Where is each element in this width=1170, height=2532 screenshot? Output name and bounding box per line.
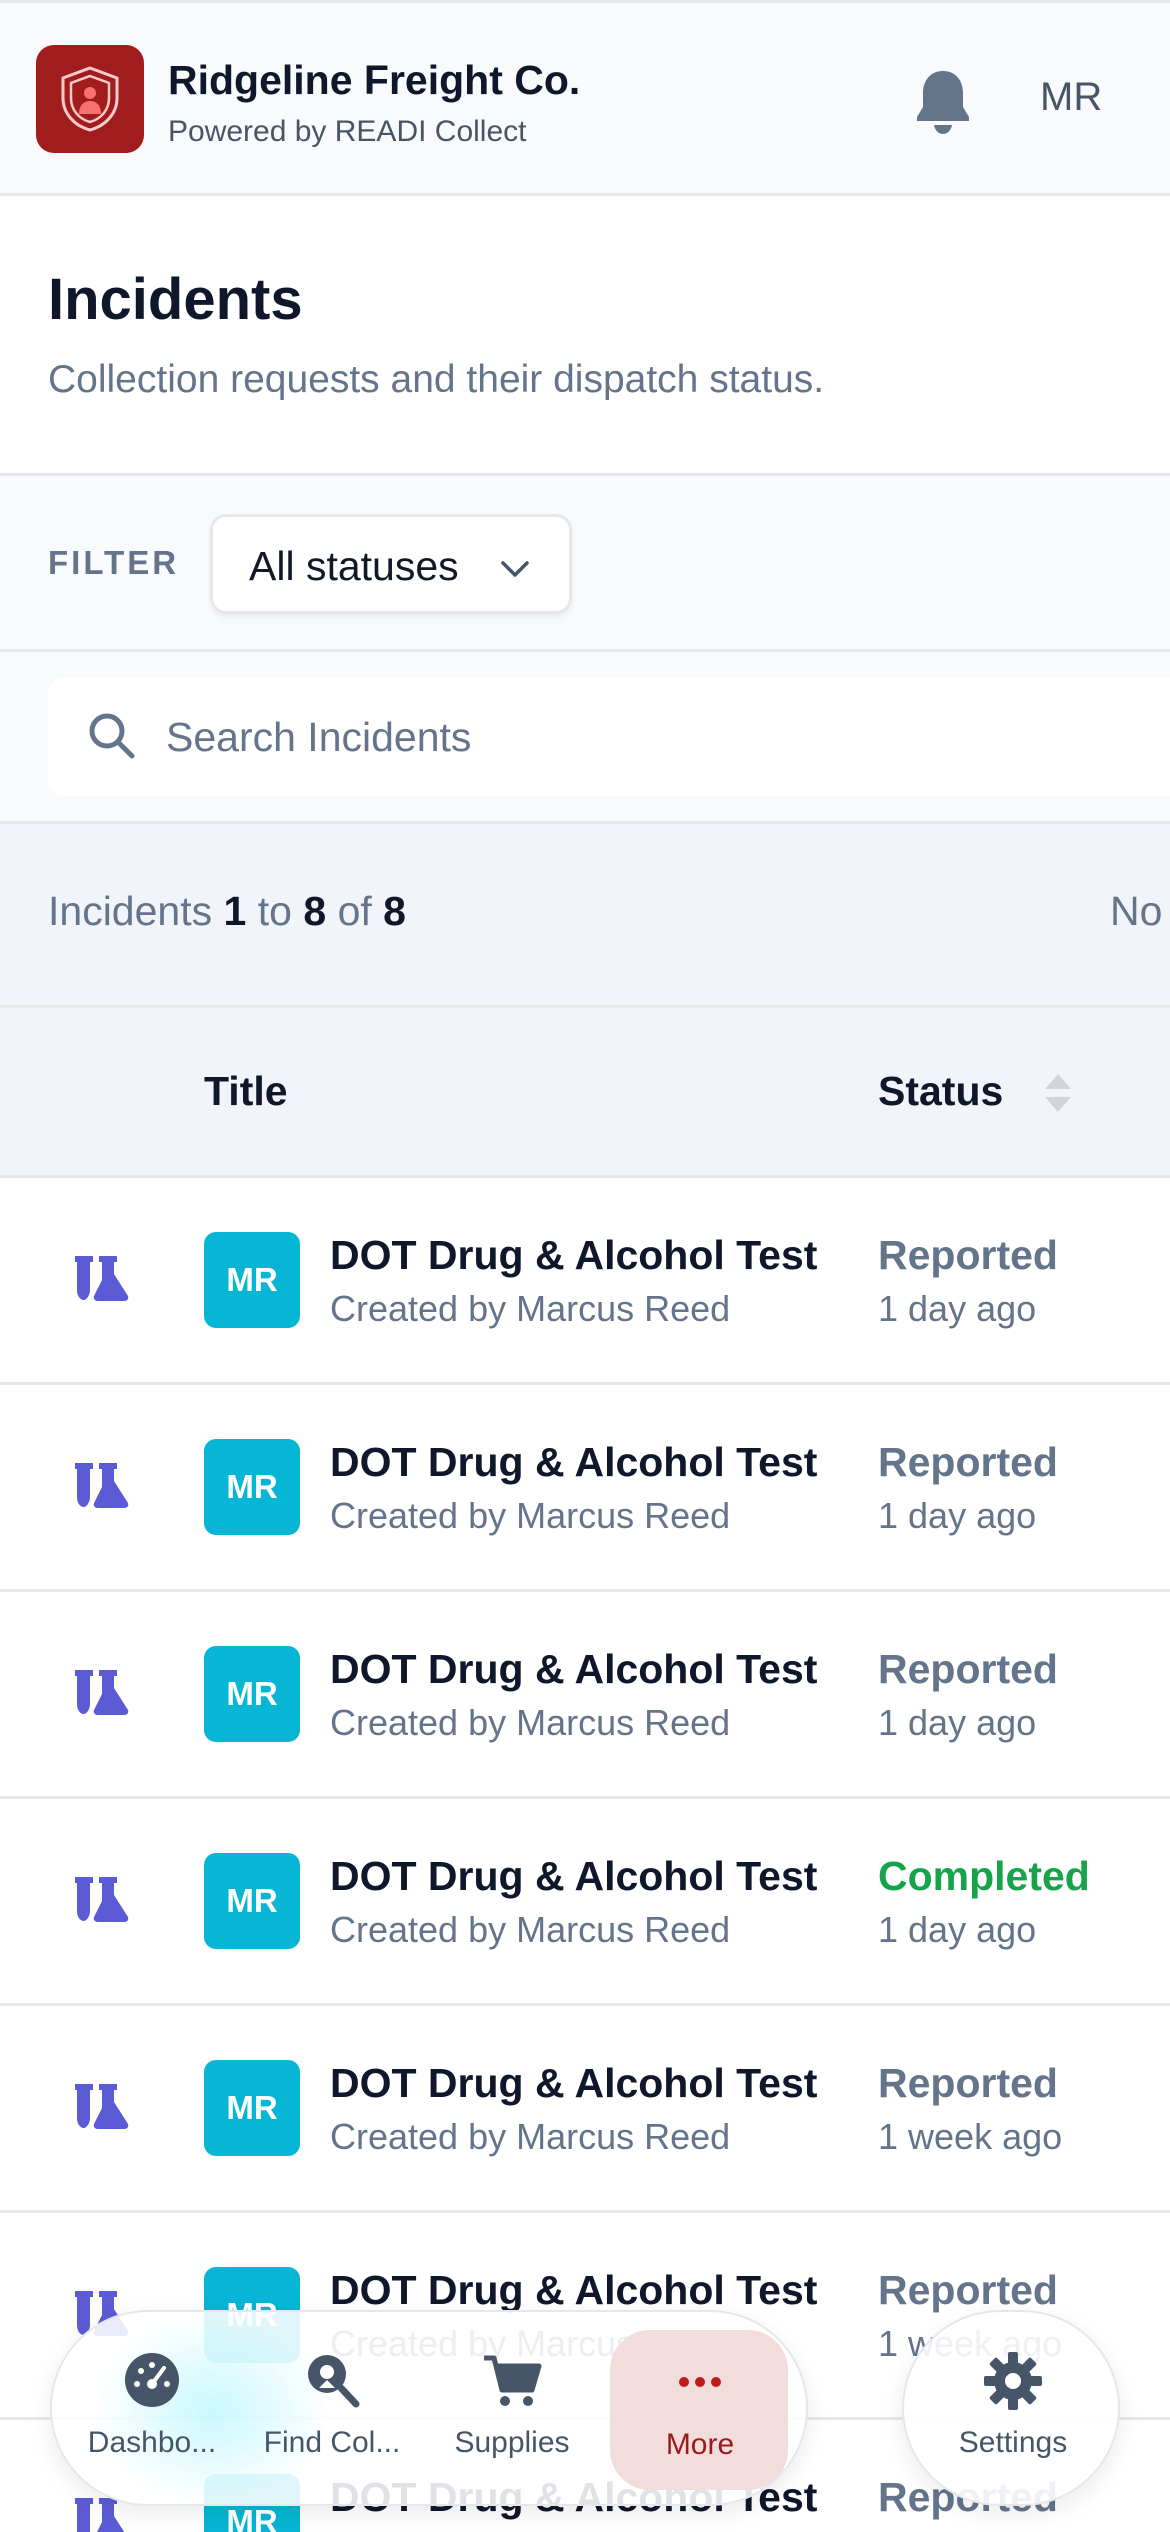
incident-title[interactable]: DOT Drug & Alcohol Test [330,1232,817,1279]
incident-row[interactable]: MR DOT Drug & Alcohol Test Created by Marc… [0,1385,1170,1592]
nav-item-dashboard[interactable]: Dashbo... [62,2312,242,2504]
creator-avatar: MR [204,2060,300,2156]
bell-icon[interactable] [912,67,974,135]
nav-item-more[interactable]: More [610,2330,788,2490]
settings-button[interactable]: Settings [902,2310,1120,2506]
page-title: Incidents [48,267,303,332]
find-location-icon [308,2355,360,2408]
search-icon [89,713,135,759]
incident-row[interactable]: MR DOT Drug & Alcohol Test Created by Marc… [0,1799,1170,2006]
incident-title[interactable]: DOT Drug & Alcohol Test [330,1646,817,1693]
gear-icon [984,2352,1042,2410]
sort-icon[interactable] [1040,1070,1076,1116]
filter-bar: FILTER All statuses [0,476,1170,652]
bottom-nav: Dashbo... Find Col... Supplies More [50,2310,808,2506]
column-header-title[interactable]: Title [204,1068,288,1115]
nav-item-supplies[interactable]: Supplies [422,2312,602,2504]
incident-creator: Created by Marcus Reed [330,2116,731,2157]
incident-status: Reported [878,1232,1058,1278]
incident-creator: Created by Marcus Reed [330,1702,731,1743]
lab-flask-icon [75,2084,129,2129]
nav-item-find-collection[interactable]: Find Col... [242,2312,422,2504]
column-header-status[interactable]: Status [878,1068,1003,1115]
page-subtitle: Collection requests and their dispatch s… [48,358,825,401]
incident-status: Reported [878,1646,1058,1692]
results-count: Incidents 1 to 8 of 8 [48,888,406,935]
count-total: 8 [383,888,406,934]
incident-row[interactable]: MR DOT Drug & Alcohol Test Created by Marc… [0,2006,1170,2213]
lab-flask-icon [75,1463,129,1508]
app-header: Ridgeline Freight Co. Powered by READI C… [0,0,1170,196]
incident-title[interactable]: DOT Drug & Alcohol Test [330,1853,817,1900]
shield-person-icon [61,66,119,132]
count-of-word: of [337,888,372,934]
incidents-page: Ridgeline Freight Co. Powered by READI C… [0,0,1170,2532]
table-header: Title Status [0,1008,1170,1178]
creator-avatar: MR [204,1646,300,1742]
count-prefix: Incidents [48,888,213,934]
incident-status: Reported [878,2267,1058,2313]
more-icon [679,2377,721,2387]
incident-creator: Created by Marcus Reed [330,1288,731,1329]
incident-time: 1 day ago [878,1288,1037,1329]
org-name: Ridgeline Freight Co. [168,57,581,103]
creator-avatar: MR [204,1853,300,1949]
count-to: 8 [303,888,327,934]
results-count-row: Incidents 1 to 8 of 8 No [0,824,1170,1008]
incident-creator: Created by Marcus Reed [330,1495,731,1536]
creator-avatar: MR [204,1232,300,1328]
status-filter-select[interactable]: All statuses [210,514,572,614]
incident-status: Completed [878,1853,1090,1899]
page-heading: Incidents Collection requests and their … [0,196,1170,476]
chevron-down-icon [501,561,529,577]
incident-title[interactable]: DOT Drug & Alcohol Test [330,2060,817,2107]
lab-flask-icon [75,1877,129,1922]
nav-label-more: More [665,2428,735,2461]
count-right-text: No [1110,888,1163,934]
incident-row[interactable]: MR DOT Drug & Alcohol Test Created by Marc… [0,1178,1170,1385]
cart-icon [484,2355,542,2406]
incident-time: 1 day ago [878,1495,1037,1536]
settings-label: Settings [958,2426,1068,2459]
incident-time: 1 day ago [878,1702,1037,1743]
count-from: 1 [223,888,247,934]
creator-avatar: MR [204,1439,300,1535]
count-to-word: to [257,888,292,934]
search-bar [0,652,1170,824]
search-input[interactable] [166,702,1066,772]
powered-by-text: Powered by READI Collect [168,115,527,148]
incident-title[interactable]: DOT Drug & Alcohol Test [330,2267,817,2314]
dashboard-icon [125,2353,179,2407]
incident-row[interactable]: MR DOT Drug & Alcohol Test Created by Marc… [0,1592,1170,1799]
incident-status: Reported [878,1439,1058,1485]
incident-time: 1 day ago [878,1909,1037,1950]
nav-label-find-collection: Find Col... [263,2426,401,2459]
nav-label-supplies: Supplies [454,2426,570,2459]
nav-label-dashboard: Dashbo... [87,2426,217,2459]
lab-flask-icon [75,1670,129,1715]
org-logo[interactable] [36,45,144,153]
user-avatar[interactable]: MR [1040,75,1102,120]
incident-creator: Created by Marcus Reed [330,1909,731,1950]
lab-flask-icon [75,1256,129,1301]
incident-time: 1 week ago [878,2116,1063,2157]
status-filter-value: All statuses [249,543,459,589]
search-box[interactable] [48,678,1170,796]
incident-status: Reported [878,2060,1058,2106]
filter-label: FILTER [48,544,180,581]
incident-title[interactable]: DOT Drug & Alcohol Test [330,1439,817,1486]
